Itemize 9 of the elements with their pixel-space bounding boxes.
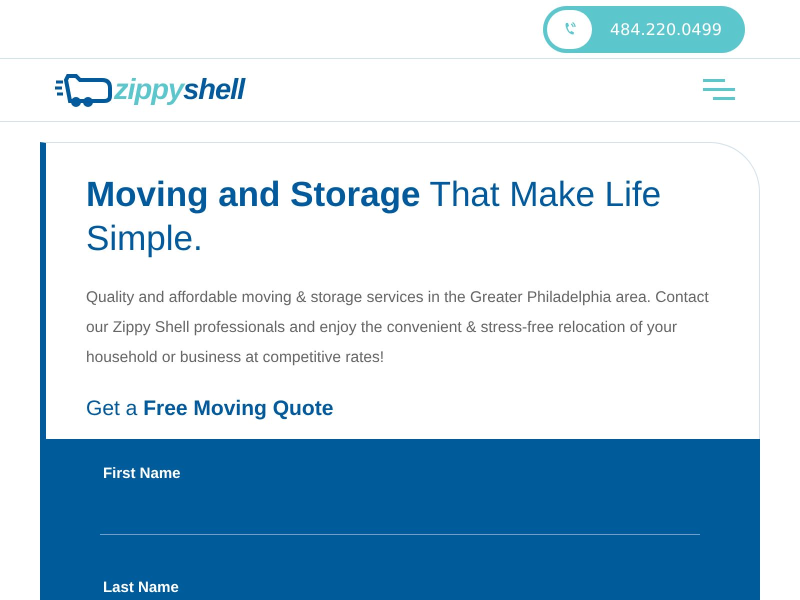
- logo-text[interactable]: zippyshell: [114, 74, 244, 106]
- hero-paragraph: Quality and affordable moving & storage services in the Greater Philadelphia area. Contact our Zippy Shell professionals and enjoy the convenient & stress-free relocation of your household or business at competitive rates!: [86, 288, 710, 368]
- field-label: First Name: [103, 465, 182, 482]
- moving-van-icon: [54, 72, 112, 108]
- field-label: Last Name: [103, 579, 180, 596]
- hero-heading: Moving and Storage That Make Life Simple.: [86, 174, 662, 260]
- menu-icon[interactable]: [703, 79, 735, 101]
- quote-heading: Get a Free Moving Quote: [86, 397, 334, 421]
- phone-icon: [562, 21, 576, 37]
